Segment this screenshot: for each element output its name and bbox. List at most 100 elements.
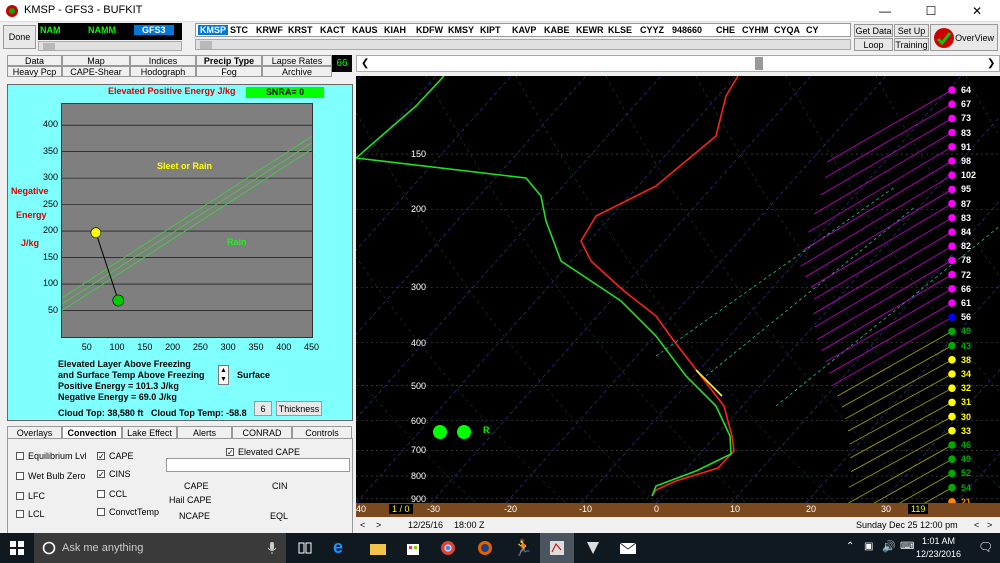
station-cy[interactable]: CY — [806, 25, 819, 35]
chrome-icon[interactable] — [440, 540, 456, 556]
cape-check-icon[interactable]: ✓ — [97, 452, 105, 461]
equilibrium-box[interactable] — [16, 452, 24, 460]
model-namm[interactable]: NAMM — [88, 25, 116, 35]
station-kdfw[interactable]: KDFW — [416, 25, 443, 35]
task-view-icon[interactable] — [298, 542, 312, 554]
convct-temp-checkbox[interactable]: ConvctTemp — [97, 507, 159, 517]
model-scrollbar[interactable] — [38, 41, 182, 51]
station-cyhm[interactable]: CYHM — [742, 25, 769, 35]
tab-data[interactable]: Data — [7, 55, 62, 66]
done-button[interactable]: Done — [3, 25, 36, 49]
wet-bulb-zero-box[interactable] — [16, 472, 24, 480]
tray-network-icon[interactable]: ▣ — [864, 541, 873, 552]
windows-start-icon[interactable] — [10, 541, 24, 555]
tab-cape-shear[interactable]: CAPE-Shear — [62, 66, 130, 77]
cins-check-icon[interactable]: ✓ — [97, 470, 105, 479]
station-948660[interactable]: 948660 — [672, 25, 702, 35]
tab-fog[interactable]: Fog — [196, 66, 262, 77]
thickness-button[interactable]: Thickness — [276, 401, 322, 416]
model-nam[interactable]: NAM — [40, 25, 61, 35]
station-kewr[interactable]: KEWR — [576, 25, 604, 35]
bufkit-taskbar-button[interactable] — [540, 533, 574, 563]
station-krst[interactable]: KRST — [288, 25, 313, 35]
wind-speed-dot — [948, 327, 956, 336]
station-che[interactable]: CHE — [716, 25, 735, 35]
close-button[interactable]: ✕ — [954, 0, 1000, 22]
station-kact[interactable]: KACT — [320, 25, 345, 35]
time-scroll-left-icon[interactable]: ❮ — [361, 58, 369, 69]
lfc-checkbox[interactable]: LFC — [16, 491, 45, 501]
status-next-icon[interactable]: > — [987, 520, 992, 530]
lcl-box[interactable] — [16, 510, 24, 518]
minimize-button[interactable]: — — [862, 0, 908, 22]
time-scroll-thumb[interactable] — [755, 57, 763, 70]
get-data-button[interactable]: Get Data — [854, 24, 893, 37]
time-scroll-right-icon[interactable]: ❯ — [987, 58, 995, 69]
skewt-sounding[interactable]: 150 200 300 400 500 600 700 800 900 64 67 73 83 91 98… — [356, 76, 1000, 503]
surface-spinner[interactable]: ▲ ▼ — [218, 365, 229, 385]
clock-time[interactable]: 1:01 AM — [922, 536, 955, 546]
maximize-button[interactable]: ☐ — [908, 0, 954, 22]
file-explorer-icon[interactable] — [370, 541, 386, 555]
wind-barb — [832, 316, 953, 386]
status-scroll-right-icon[interactable]: > — [376, 520, 381, 530]
notifications-icon[interactable]: 🗨 — [978, 540, 993, 554]
search-box[interactable]: Ask me anything — [34, 533, 286, 563]
app-icon-2[interactable] — [585, 540, 601, 556]
station-klse[interactable]: KLSE — [608, 25, 632, 35]
tray-keyboard-icon[interactable]: ⌨ — [900, 541, 914, 552]
cins-checkbox[interactable]: ✓ CINS — [97, 469, 131, 479]
bufkit-app-icon — [550, 541, 564, 555]
mail-icon[interactable] — [620, 541, 636, 555]
tray-chevron-up-icon[interactable]: ⌃ — [846, 541, 854, 552]
station-list[interactable]: KMSP STC KRWF KRST KACT KAUS KIAH KDFW KMSY KIPT K… — [195, 23, 851, 37]
clock-date[interactable]: 12/23/2016 — [916, 549, 961, 559]
station-kmsy[interactable]: KMSY — [448, 25, 474, 35]
wind-speed-label: 83 — [961, 127, 972, 138]
station-stc[interactable]: STC — [230, 25, 248, 35]
overview-button[interactable]: OverView — [930, 24, 998, 51]
elevated-cape-check-icon[interactable]: ✓ — [226, 448, 234, 457]
station-cyyz[interactable]: CYYZ — [640, 25, 664, 35]
training-button[interactable]: Training — [894, 38, 929, 51]
runner-app-icon[interactable]: 🏃 — [513, 538, 533, 558]
station-krwf[interactable]: KRWF — [256, 25, 283, 35]
tab-archive[interactable]: Archive — [262, 66, 332, 77]
tab-heavy-pcp[interactable]: Heavy Pcp — [7, 66, 62, 77]
lfc-box[interactable] — [16, 492, 24, 500]
convct-temp-box[interactable] — [97, 508, 105, 516]
station-kaus[interactable]: KAUS — [352, 25, 378, 35]
model-selector[interactable]: NAM NAMM GFS3 — [38, 23, 182, 40]
tab-lapse-rates[interactable]: Lapse Rates — [262, 55, 332, 66]
tab-map[interactable]: Map — [62, 55, 130, 66]
station-kavp[interactable]: KAVP — [512, 25, 536, 35]
cape-checkbox[interactable]: ✓ CAPE — [97, 451, 134, 461]
tab-precip-type[interactable]: Precip Type — [196, 55, 262, 66]
time-scrollbar[interactable]: ❮ ❯ — [356, 55, 1000, 72]
set-up-button[interactable]: Set Up — [894, 24, 929, 37]
tab-hodograph[interactable]: Hodograph — [130, 66, 196, 77]
station-kmsp[interactable]: KMSP — [198, 25, 229, 35]
lcl-checkbox[interactable]: LCL — [16, 509, 45, 519]
station-kipt[interactable]: KIPT — [480, 25, 501, 35]
model-gfs3[interactable]: GFS3 — [134, 25, 174, 35]
station-cyqa[interactable]: CYQA — [774, 25, 800, 35]
ccl-box[interactable] — [97, 490, 105, 498]
store-icon[interactable] — [405, 540, 421, 556]
tray-volume-icon[interactable]: 🔊 — [882, 540, 896, 553]
status-prev-icon[interactable]: < — [974, 520, 979, 530]
elevated-cape-checkbox[interactable]: ✓ Elevated CAPE — [226, 447, 300, 457]
station-scrollbar[interactable] — [195, 39, 851, 50]
station-kiah[interactable]: KIAH — [384, 25, 406, 35]
station-kabe[interactable]: KABE — [544, 25, 570, 35]
status-scroll-left-icon[interactable]: < — [360, 520, 365, 530]
firefox-icon[interactable] — [477, 540, 493, 556]
wet-bulb-zero-checkbox[interactable]: Wet Bulb Zero — [16, 471, 85, 481]
tab-indices[interactable]: Indices — [130, 55, 196, 66]
ccl-checkbox[interactable]: CCL — [97, 489, 127, 499]
loop-button[interactable]: Loop — [854, 38, 893, 51]
microphone-icon[interactable] — [267, 541, 277, 555]
edge-browser-icon[interactable]: e — [333, 537, 343, 558]
equilibrium-checkbox[interactable]: Equilibrium Lvl — [16, 451, 87, 461]
spin-value[interactable]: 6 — [254, 401, 272, 416]
